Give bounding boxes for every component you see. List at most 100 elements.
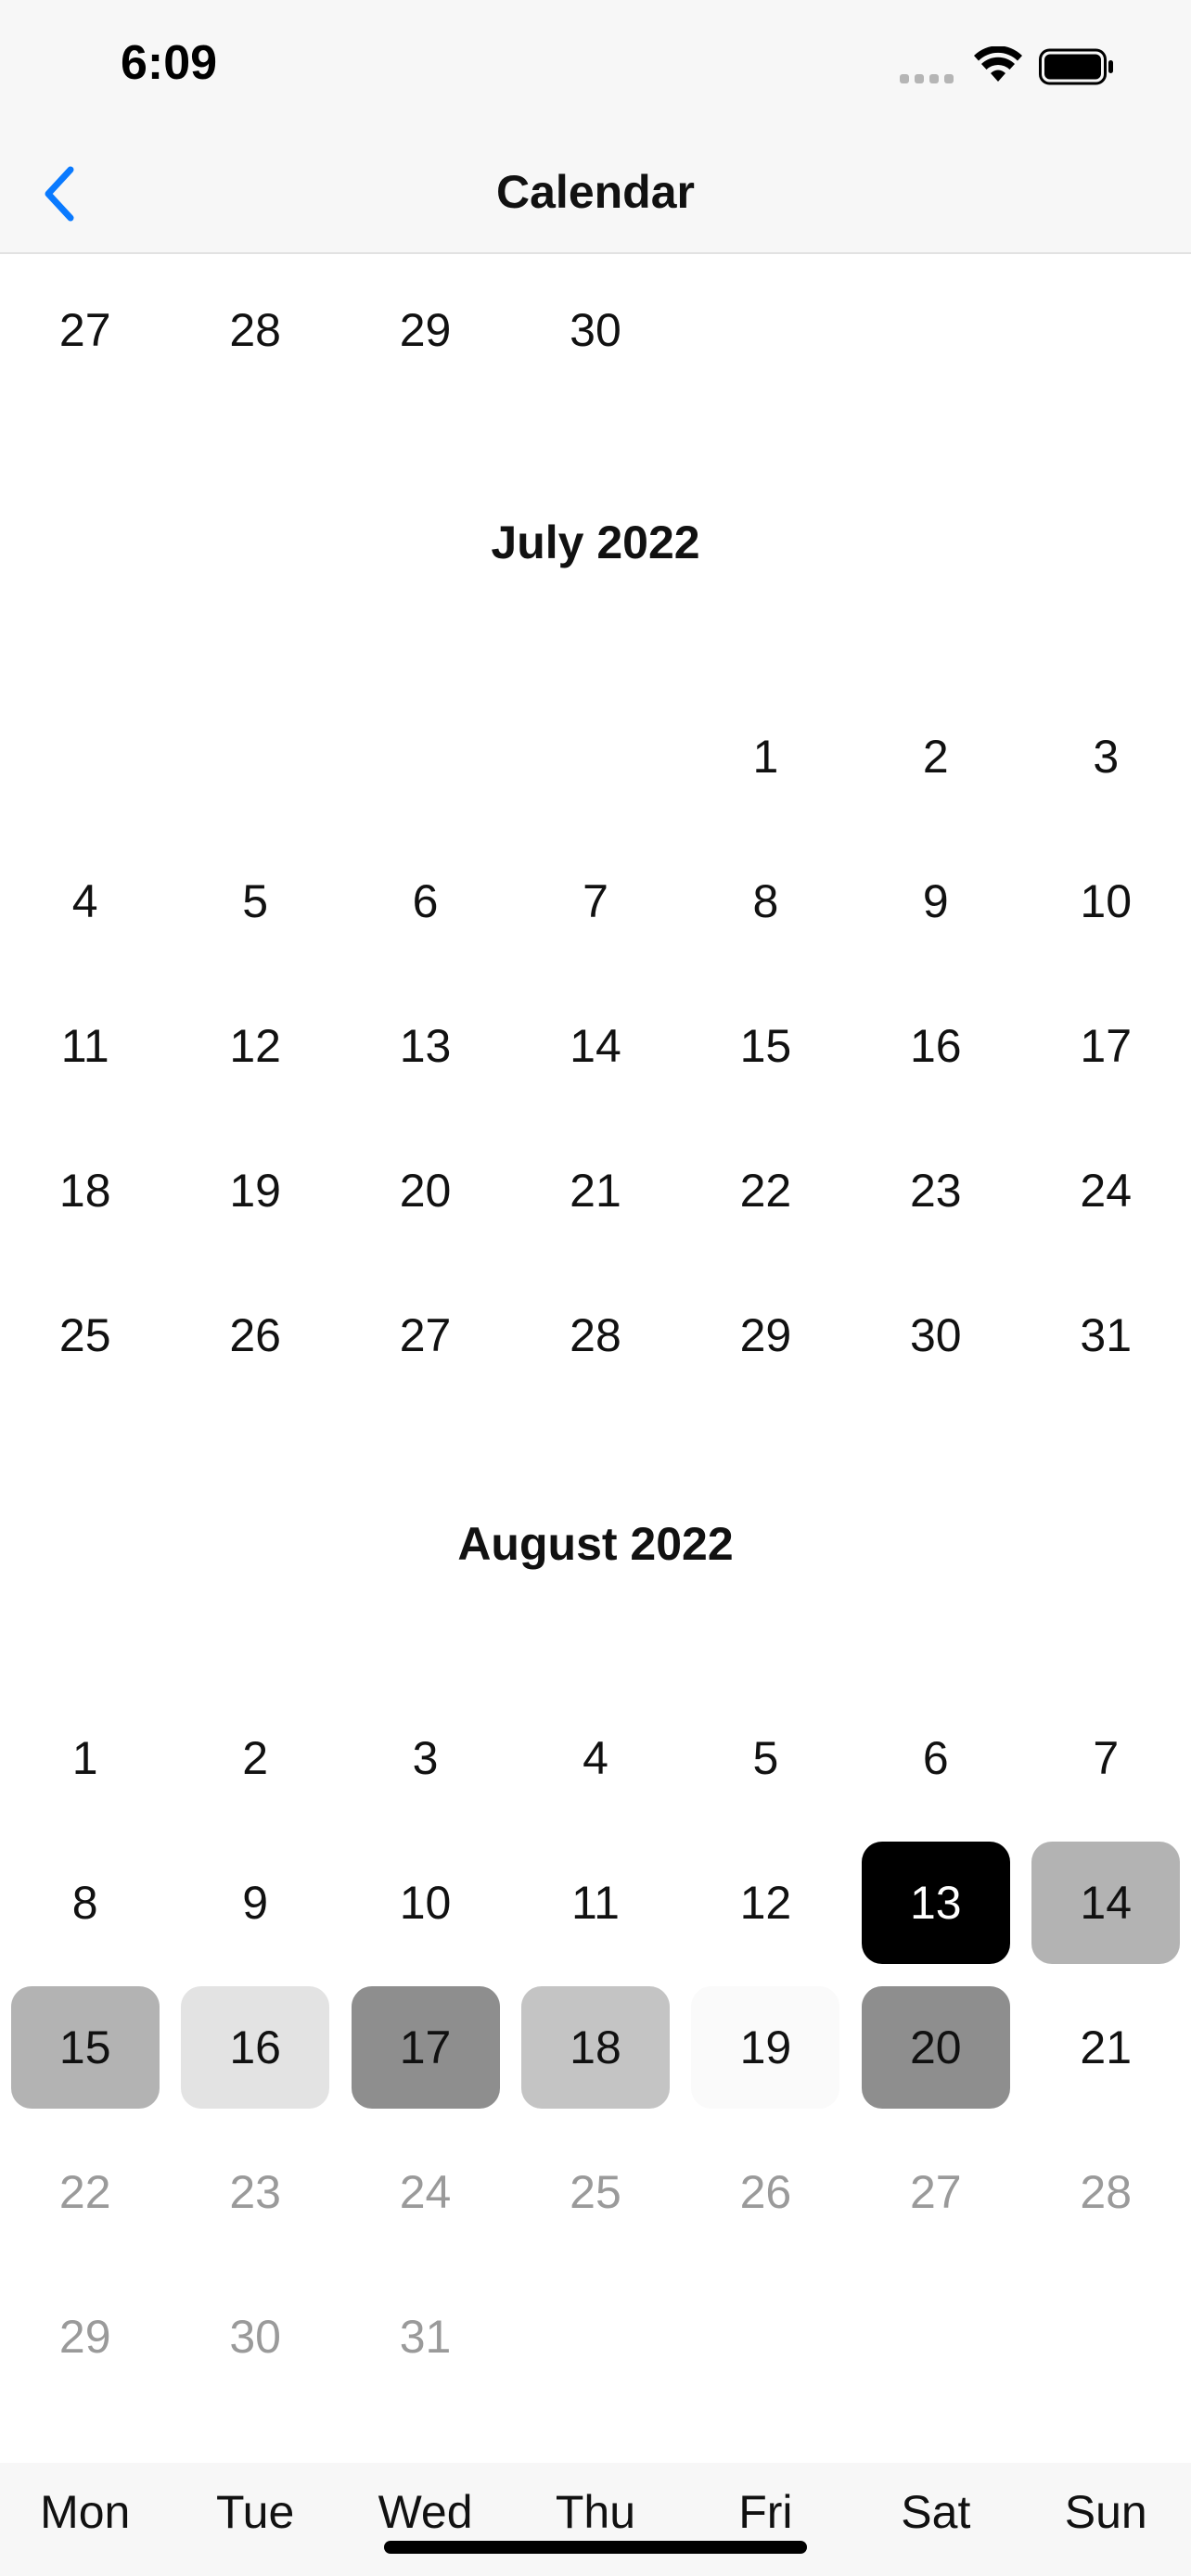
calendar-cell[interactable]: 9: [170, 1830, 339, 1975]
day-21[interactable]: 21: [521, 1129, 670, 1252]
day-2[interactable]: 2: [862, 695, 1010, 818]
day-16[interactable]: 16: [862, 985, 1010, 1107]
day-4[interactable]: 4: [11, 840, 160, 963]
calendar-cell[interactable]: 29: [340, 258, 510, 402]
day-6[interactable]: 6: [862, 1697, 1010, 1819]
calendar-cell[interactable]: 10: [1021, 829, 1191, 974]
calendar-cell[interactable]: 24: [340, 2120, 510, 2264]
calendar-cell[interactable]: 16: [170, 1975, 339, 2120]
day-12[interactable]: 12: [181, 985, 329, 1107]
calendar-cell[interactable]: 26: [681, 2120, 851, 2264]
day-6[interactable]: 6: [352, 840, 500, 963]
calendar-cell[interactable]: 15: [0, 1975, 170, 2120]
day-20[interactable]: 20: [861, 1986, 1010, 2109]
day-1[interactable]: 1: [11, 1697, 160, 1819]
calendar-cell[interactable]: 22: [681, 1118, 851, 1263]
calendar-cell[interactable]: 31: [340, 2264, 510, 2409]
calendar-cell[interactable]: 30: [170, 2264, 339, 2409]
day-5[interactable]: 5: [691, 1697, 839, 1819]
day-25[interactable]: 25: [11, 1274, 160, 1396]
calendar-cell[interactable]: 24: [1021, 1118, 1191, 1263]
calendar-cell[interactable]: 3: [1021, 684, 1191, 829]
day-18[interactable]: 18: [11, 1129, 160, 1252]
calendar-cell[interactable]: 17: [1021, 974, 1191, 1118]
day-15[interactable]: 15: [691, 985, 839, 1107]
day-28[interactable]: 28: [521, 1274, 670, 1396]
day-29[interactable]: 29: [11, 2276, 160, 2398]
calendar-cell[interactable]: 14: [1021, 1830, 1191, 1975]
day-18[interactable]: 18: [520, 1986, 670, 2109]
day-20[interactable]: 20: [352, 1129, 500, 1252]
day-4[interactable]: 4: [521, 1697, 670, 1819]
calendar-cell[interactable]: 21: [1021, 1975, 1191, 2120]
day-8[interactable]: 8: [691, 840, 839, 963]
day-19[interactable]: 19: [181, 1129, 329, 1252]
calendar-cell[interactable]: 15: [681, 974, 851, 1118]
day-30[interactable]: 30: [181, 2276, 329, 2398]
calendar-cell[interactable]: 18: [0, 1118, 170, 1263]
day-13[interactable]: 13: [352, 985, 500, 1107]
calendar-cell[interactable]: 25: [0, 1263, 170, 1408]
calendar-cell[interactable]: 27: [851, 2120, 1020, 2264]
calendar-cell[interactable]: 18: [510, 1975, 680, 2120]
day-11[interactable]: 11: [521, 1842, 670, 1964]
calendar-cell[interactable]: 5: [170, 829, 339, 974]
day-26[interactable]: 26: [691, 2131, 839, 2253]
calendar-cell[interactable]: 4: [0, 829, 170, 974]
calendar-cell[interactable]: 4: [510, 1686, 680, 1830]
day-23[interactable]: 23: [181, 2131, 329, 2253]
day-17[interactable]: 17: [1031, 985, 1180, 1107]
day-30[interactable]: 30: [521, 269, 670, 391]
day-14[interactable]: 14: [521, 985, 670, 1107]
day-12[interactable]: 12: [691, 1842, 839, 1964]
day-3[interactable]: 3: [352, 1697, 500, 1819]
calendar-cell[interactable]: 19: [681, 1975, 851, 2120]
calendar-cell[interactable]: 6: [851, 1686, 1020, 1830]
calendar-cell[interactable]: 30: [510, 258, 680, 402]
calendar-cell[interactable]: 3: [340, 1686, 510, 1830]
calendar-cell[interactable]: 19: [170, 1118, 339, 1263]
calendar-scroll[interactable]: 27 28 29 30 July 2022 1 2 3 4 5 6 7 8 9 10 11 12 13 14 15…: [0, 256, 1191, 2463]
day-25[interactable]: 25: [521, 2131, 670, 2253]
day-24[interactable]: 24: [1031, 1129, 1180, 1252]
day-31[interactable]: 31: [352, 2276, 500, 2398]
calendar-cell[interactable]: 23: [851, 1118, 1020, 1263]
day-8[interactable]: 8: [11, 1842, 160, 1964]
calendar-cell[interactable]: 5: [681, 1686, 851, 1830]
calendar-cell[interactable]: 26: [170, 1263, 339, 1408]
day-15[interactable]: 15: [10, 1986, 160, 2109]
calendar-cell[interactable]: 12: [170, 974, 339, 1118]
day-9[interactable]: 9: [862, 840, 1010, 963]
day-27[interactable]: 27: [352, 1274, 500, 1396]
calendar-cell[interactable]: 2: [851, 684, 1020, 829]
day-30[interactable]: 30: [862, 1274, 1010, 1396]
day-16[interactable]: 16: [181, 1986, 330, 2109]
day-29[interactable]: 29: [691, 1274, 839, 1396]
day-14[interactable]: 14: [1031, 1842, 1181, 1964]
day-7[interactable]: 7: [521, 840, 670, 963]
calendar-cell[interactable]: 7: [510, 829, 680, 974]
day-31[interactable]: 31: [1031, 1274, 1180, 1396]
calendar-cell[interactable]: 9: [851, 829, 1020, 974]
day-10[interactable]: 10: [1031, 840, 1180, 963]
day-27[interactable]: 27: [11, 269, 160, 391]
day-24[interactable]: 24: [352, 2131, 500, 2253]
day-22[interactable]: 22: [11, 2131, 160, 2253]
calendar-cell[interactable]: 1: [681, 684, 851, 829]
day-28[interactable]: 28: [181, 269, 329, 391]
day-7[interactable]: 7: [1031, 1697, 1180, 1819]
calendar-cell[interactable]: 28: [170, 258, 339, 402]
day-26[interactable]: 26: [181, 1274, 329, 1396]
day-2[interactable]: 2: [181, 1697, 329, 1819]
calendar-cell[interactable]: 28: [1021, 2120, 1191, 2264]
day-17[interactable]: 17: [351, 1986, 500, 2109]
calendar-cell[interactable]: 27: [340, 1263, 510, 1408]
day-27[interactable]: 27: [862, 2131, 1010, 2253]
day-13[interactable]: 13: [861, 1842, 1010, 1964]
day-21[interactable]: 21: [1031, 1986, 1180, 2109]
day-10[interactable]: 10: [352, 1842, 500, 1964]
calendar-cell[interactable]: 31: [1021, 1263, 1191, 1408]
calendar-cell[interactable]: 10: [340, 1830, 510, 1975]
calendar-cell[interactable]: 12: [681, 1830, 851, 1975]
calendar-cell[interactable]: 8: [681, 829, 851, 974]
